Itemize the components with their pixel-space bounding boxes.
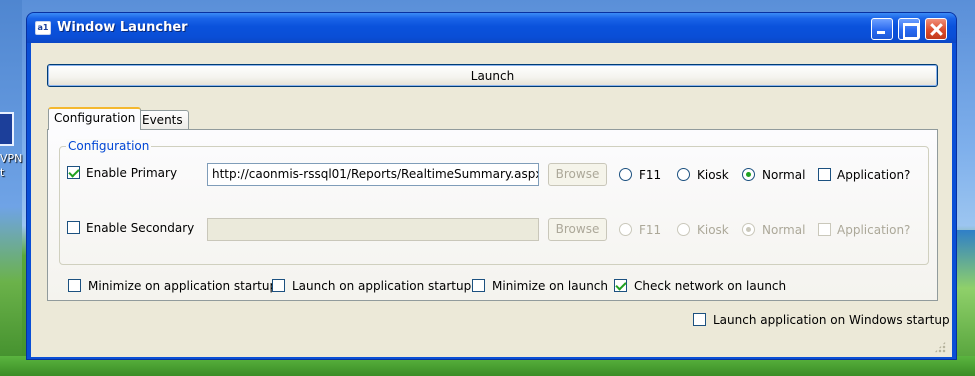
close-button[interactable] (925, 18, 947, 40)
minimize-on-launch-checkbox[interactable] (472, 279, 485, 292)
primary-mode-kiosk-label[interactable]: Kiosk (697, 168, 729, 182)
tab-configuration[interactable]: Configuration (48, 107, 142, 130)
app-icon[interactable] (35, 21, 51, 35)
minimize-on-launch-label[interactable]: Minimize on launch (492, 279, 608, 293)
desktop-icon-label[interactable]: VPN (0, 152, 22, 165)
launch-on-startup-checkbox[interactable] (272, 279, 285, 292)
enable-secondary-label[interactable]: Enable Secondary (86, 221, 194, 235)
window-title: Window Launcher (57, 20, 188, 35)
secondary-browse-button: Browse (548, 218, 607, 241)
desktop-background-left (0, 0, 22, 376)
enable-primary-checkbox[interactable] (67, 166, 80, 179)
resize-grip[interactable] (934, 341, 946, 353)
secondary-mode-kiosk-label: Kiosk (697, 223, 729, 237)
minimize-on-startup-label[interactable]: Minimize on application startup (88, 279, 277, 293)
maximize-button[interactable] (898, 18, 920, 40)
secondary-application-label: Application? (837, 223, 911, 237)
secondary-url-input (207, 218, 539, 241)
enable-secondary-checkbox[interactable] (67, 221, 80, 234)
primary-mode-kiosk-radio[interactable] (677, 168, 690, 181)
secondary-mode-f11-radio (619, 223, 632, 236)
window-client-area: Launch Configuration Events Configuratio… (31, 43, 952, 357)
title-bar[interactable]: Window Launcher (27, 13, 956, 43)
tab-events[interactable]: Events (136, 110, 189, 130)
secondary-application-checkbox (818, 223, 831, 236)
primary-mode-normal-label[interactable]: Normal (762, 168, 805, 182)
configuration-group-label: Configuration (66, 139, 152, 153)
check-network-label[interactable]: Check network on launch (634, 279, 786, 293)
secondary-mode-f11-label: F11 (639, 223, 662, 237)
windows-startup-label[interactable]: Launch application on Windows startup (713, 313, 950, 327)
desktop-shortcut-icon[interactable] (0, 112, 14, 146)
primary-application-label[interactable]: Application? (837, 168, 910, 182)
launch-on-startup-label[interactable]: Launch on application startup (292, 279, 471, 293)
primary-browse-button[interactable]: Browse (548, 163, 607, 186)
minimize-button[interactable] (871, 18, 893, 40)
configuration-group: Configuration Enable Primary http://caon… (59, 139, 929, 265)
secondary-mode-normal-radio (742, 223, 755, 236)
primary-application-checkbox[interactable] (818, 168, 831, 181)
windows-startup-checkbox[interactable] (693, 313, 706, 326)
desktop-icon-label-2[interactable]: t (0, 166, 4, 179)
check-network-checkbox[interactable] (614, 279, 627, 292)
configuration-tab-panel: Configuration Enable Primary http://caon… (47, 129, 938, 301)
secondary-mode-kiosk-radio (677, 223, 690, 236)
window-launcher-window: Window Launcher Launch Configuration Eve… (26, 12, 957, 360)
minimize-on-startup-checkbox[interactable] (68, 279, 81, 292)
primary-url-input[interactable]: http://caonmis-rssql01/Reports/RealtimeS… (207, 163, 539, 186)
enable-primary-label[interactable]: Enable Primary (86, 166, 177, 180)
primary-mode-f11-radio[interactable] (619, 168, 632, 181)
primary-mode-f11-label[interactable]: F11 (639, 168, 661, 182)
secondary-mode-normal-label: Normal (762, 223, 806, 237)
launch-button[interactable]: Launch (47, 64, 938, 87)
primary-mode-normal-radio[interactable] (742, 168, 755, 181)
